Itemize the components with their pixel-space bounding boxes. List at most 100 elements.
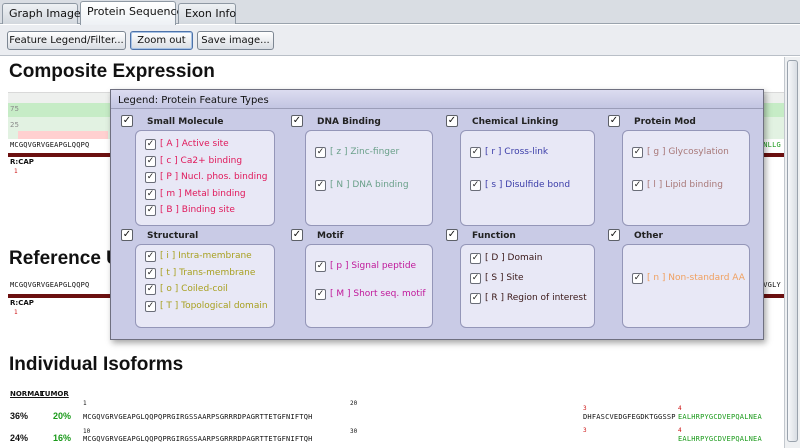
- feature-checkbox[interactable]: ✓: [315, 147, 326, 158]
- feature-checkbox[interactable]: ✓: [470, 293, 481, 304]
- feature-legend-filter-button[interactable]: Feature Legend/Filter...: [7, 31, 126, 50]
- group-title-protein-mod: Protein Mod: [634, 117, 696, 127]
- feature-checkbox[interactable]: ✓: [470, 147, 481, 158]
- group-title-chemical-linking: Chemical Linking: [472, 117, 559, 127]
- feature-label: [ s ] Disulfide bond: [485, 180, 571, 190]
- isoform-1-sequence-end: EALHRPYGCDVEPQALNEA: [678, 413, 762, 421]
- reference-track-label: R:CAP: [10, 299, 34, 307]
- graph-tick-25: 25: [10, 121, 19, 129]
- feature-label: [ S ] Site: [485, 273, 524, 283]
- feature-label: [ t ] Trans-membrane: [160, 267, 256, 278]
- section-title-isoforms: Individual Isoforms: [9, 354, 184, 375]
- tab-bar: Graph Image Protein Sequence Exon Info: [0, 0, 800, 25]
- legend-dialog: Legend: Protein Feature Types ✓ Small Mol…: [110, 89, 764, 340]
- reference-track-marker: 1: [14, 309, 18, 316]
- feature-checkbox[interactable]: ✓: [470, 253, 481, 264]
- feature-label: [ n ] Non-standard AA: [647, 273, 745, 283]
- feature-label: [ m ] Metal binding: [160, 188, 246, 199]
- group-box-motif: ✓ [ p ] Signal peptide ✓ [ M ] Short seq. m…: [305, 244, 433, 328]
- isoform-2-normal-percent: 24%: [10, 433, 29, 443]
- position-tick-1: 1: [83, 400, 87, 407]
- feature-checkbox[interactable]: ✓: [470, 180, 481, 191]
- feature-checkbox[interactable]: ✓: [145, 205, 156, 216]
- feature-checkbox[interactable]: ✓: [632, 180, 643, 191]
- composite-track-label: R:CAP: [10, 158, 34, 166]
- feature-label: [ i ] Intra-membrane: [160, 251, 252, 261]
- feature-checkbox[interactable]: ✓: [632, 147, 643, 158]
- isoform-2-tumor-percent: 16%: [53, 433, 72, 443]
- feature-label: [ z ] Zinc-finger: [330, 147, 400, 157]
- group-checkbox-protein-mod[interactable]: ✓: [608, 115, 620, 127]
- feature-checkbox[interactable]: ✓: [145, 284, 156, 295]
- group-checkbox-dna-binding[interactable]: ✓: [291, 115, 303, 127]
- group-checkbox-chemical-linking[interactable]: ✓: [446, 115, 458, 127]
- feature-checkbox[interactable]: ✓: [145, 139, 156, 150]
- tab-exon-info[interactable]: Exon Info: [178, 3, 236, 24]
- feature-checkbox[interactable]: ✓: [470, 273, 481, 284]
- feature-label: [ l ] Lipid binding: [647, 180, 723, 190]
- expression-band-mark: [18, 131, 108, 139]
- group-checkbox-other[interactable]: ✓: [608, 229, 620, 241]
- feature-label: [ B ] Binding site: [160, 205, 235, 215]
- zoom-out-button[interactable]: Zoom out: [130, 31, 193, 50]
- app-window: Graph Image Protein Sequence Exon Info F…: [0, 0, 800, 448]
- feature-label: [ M ] Short seq. motif: [330, 289, 426, 299]
- feature-label: [ T ] Topological domain: [160, 300, 268, 311]
- feature-label: [ p ] Signal peptide: [330, 261, 417, 271]
- isoform-2-exon-marker-4: 4: [678, 427, 682, 434]
- isoform-2-sequence: MCGQVGRVGEAPGLQQPQPRGIRGSSAARPSGRRRDPAGR…: [83, 435, 313, 443]
- isoform-2-sequence-end: EALHRPYGCDVEPQALNEA: [678, 435, 762, 443]
- group-title-structural: Structural: [147, 231, 199, 241]
- feature-label: [ A ] Active site: [160, 139, 229, 149]
- feature-checkbox[interactable]: ✓: [145, 300, 156, 312]
- isoform-1-sequence-mid: DHFASCVEDGFEGDKTGGSSP: [583, 413, 676, 421]
- section-title-composite: Composite Expression: [9, 61, 215, 82]
- tab-graph-image[interactable]: Graph Image: [2, 3, 81, 24]
- group-box-protein-mod: ✓ [ g ] Glycosylation ✓ [ l ] Lipid binding: [622, 130, 750, 226]
- feature-checkbox[interactable]: ✓: [145, 172, 156, 183]
- feature-checkbox[interactable]: ✓: [145, 155, 156, 167]
- feature-label: [ P ] Nucl. phos. binding: [160, 172, 268, 182]
- column-header-tumor: TUMOR: [40, 390, 69, 398]
- group-box-dna-binding: ✓ [ z ] Zinc-finger ✓ [ N ] DNA binding: [305, 130, 433, 226]
- section-title-reference: Reference U: [9, 248, 120, 269]
- composite-track-marker: 1: [14, 168, 18, 175]
- feature-label: [ R ] Region of interest: [485, 293, 587, 303]
- graph-tick-75: 75: [10, 105, 19, 113]
- feature-checkbox[interactable]: ✓: [315, 289, 326, 300]
- save-image-button[interactable]: Save image...: [197, 31, 274, 50]
- feature-label: [ r ] Cross-link: [485, 147, 549, 157]
- tab-protein-sequence[interactable]: Protein Sequence: [80, 1, 183, 25]
- feature-checkbox[interactable]: ✓: [145, 267, 156, 279]
- group-box-chemical-linking: ✓ [ r ] Cross-link ✓ [ s ] Disulfide bond: [460, 130, 595, 226]
- feature-checkbox[interactable]: ✓: [145, 251, 156, 262]
- legend-dialog-title: Legend: Protein Feature Types: [118, 95, 269, 106]
- group-checkbox-structural[interactable]: ✓: [121, 229, 133, 241]
- group-checkbox-function[interactable]: ✓: [446, 229, 458, 241]
- group-checkbox-small-molecule[interactable]: ✓: [121, 115, 133, 127]
- feature-label: [ c ] Ca2+ binding: [160, 155, 243, 166]
- feature-checkbox[interactable]: ✓: [632, 273, 643, 284]
- feature-label: [ D ] Domain: [485, 253, 543, 263]
- feature-label: [ o ] Coiled-coil: [160, 284, 228, 294]
- feature-checkbox[interactable]: ✓: [315, 180, 326, 191]
- reference-sequence-left: MCGQVGRVGEAPGLQQPQ: [10, 281, 90, 289]
- isoform-2-exon-marker-3: 3: [583, 427, 587, 434]
- feature-label: [ g ] Glycosylation: [647, 147, 729, 157]
- group-box-structural: ✓ [ i ] Intra-membrane ✓ [ t ] Trans-membra…: [135, 244, 275, 328]
- column-header-normal: NORMAL: [10, 390, 45, 398]
- position-tick-30: 30: [350, 428, 358, 435]
- vertical-scrollbar[interactable]: [784, 57, 800, 448]
- feature-checkbox[interactable]: ✓: [145, 188, 156, 200]
- isoform-1-exon-marker-3: 3: [583, 405, 587, 412]
- feature-checkbox[interactable]: ✓: [315, 261, 326, 272]
- isoform-1-exon-marker-4: 4: [678, 405, 682, 412]
- group-box-other: ✓ [ n ] Non-standard AA: [622, 244, 750, 328]
- group-title-other: Other: [634, 231, 663, 241]
- group-title-function: Function: [472, 231, 516, 241]
- group-box-small-molecule: ✓ [ A ] Active site ✓ [ c ] Ca2+ binding ✓ [ …: [135, 130, 275, 226]
- isoform-1-sequence: MCGQVGRVGEAPGLQQPQPRGIRGSSAARPSGRRRDPAGR…: [83, 413, 313, 421]
- group-title-motif: Motif: [317, 231, 344, 241]
- scrollbar-thumb[interactable]: [787, 60, 798, 442]
- group-checkbox-motif[interactable]: ✓: [291, 229, 303, 241]
